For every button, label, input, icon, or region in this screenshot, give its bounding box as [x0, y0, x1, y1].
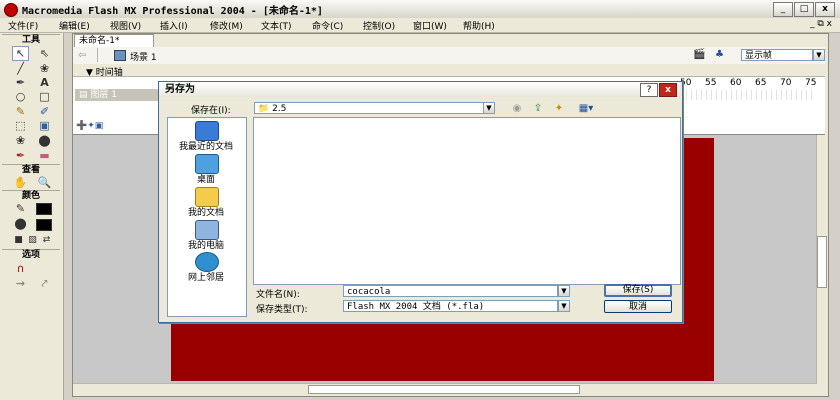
save-in-dropdown-icon[interactable]: ▼ [483, 102, 495, 114]
edit-scene-icon[interactable]: 🎬 [693, 49, 705, 60]
menu-edit[interactable]: 编辑(E) [59, 19, 90, 32]
my-computer-icon[interactable] [195, 220, 219, 240]
filename-label: 文件名(N): [256, 290, 300, 300]
place-recent[interactable]: 我最近的文档 [167, 139, 245, 152]
frame-num-55: 55 [705, 78, 717, 88]
scene-label[interactable]: 场景 1 [130, 50, 157, 63]
desktop-icon[interactable] [195, 154, 219, 174]
lasso-tool-icon[interactable]: ❀ [36, 61, 53, 76]
fill-color-icon[interactable]: ⬤ [12, 216, 29, 231]
scene-icon [114, 50, 126, 61]
toolbox-panel [0, 33, 64, 400]
rectangle-tool-icon[interactable]: □ [36, 89, 53, 104]
menu-insert[interactable]: 插入(I) [160, 19, 188, 32]
subselect-tool-icon[interactable]: ⇖ [36, 46, 53, 61]
menu-file[interactable]: 文件(F) [8, 19, 38, 32]
view-menu-icon[interactable]: ▦▾ [575, 103, 597, 115]
new-folder-icon[interactable]: ✦ [552, 103, 566, 115]
view-mode-dropdown-icon[interactable]: ▼ [813, 49, 825, 61]
back-nav-icon[interactable]: ◉ [510, 103, 524, 115]
file-list[interactable] [253, 117, 681, 285]
frame-num-65: 65 [755, 78, 767, 88]
save-button[interactable]: 保存(S) [604, 284, 672, 297]
place-network[interactable]: 网上邻居 [167, 270, 245, 283]
place-desktop[interactable]: 桌面 [167, 172, 245, 185]
frame-num-60: 60 [730, 78, 742, 88]
ink-bottle-tool-icon[interactable]: ❀ [12, 133, 29, 148]
brush-tool-icon[interactable]: ✐ [36, 104, 53, 119]
snap-magnet-icon[interactable]: ∩ [12, 261, 29, 276]
menu-commands[interactable]: 命令(C) [312, 19, 343, 32]
menu-view[interactable]: 视图(V) [110, 19, 141, 32]
line-tool-icon[interactable]: ╱ [12, 61, 29, 76]
view-mode-select[interactable]: 显示帧 [741, 49, 813, 61]
flash-app-icon[interactable] [4, 3, 18, 17]
edit-bar [73, 47, 825, 65]
up-folder-icon[interactable]: ⇪ [531, 103, 545, 115]
pencil-tool-icon[interactable]: ✎ [12, 104, 29, 119]
minimize-button[interactable]: _ [773, 2, 793, 17]
fill-transform-tool-icon[interactable]: ▣ [36, 118, 53, 133]
swap-colors-icon[interactable]: ⇄ [38, 233, 55, 248]
eraser-tool-icon[interactable]: ▬ [36, 148, 53, 163]
menu-text[interactable]: 文本(T) [261, 19, 292, 32]
filetype-label: 保存类型(T): [256, 305, 308, 315]
maximize-button[interactable]: □ [794, 2, 814, 17]
editbar-divider [97, 48, 98, 62]
my-documents-icon[interactable] [195, 187, 219, 207]
filename-input[interactable]: cocacola [343, 285, 558, 297]
document-tab[interactable]: 未命名-1* [74, 34, 154, 48]
mdi-window-controls[interactable]: _ ⧉ x [810, 19, 832, 29]
vertical-scroll-thumb[interactable] [817, 236, 827, 288]
eyedropper-tool-icon[interactable]: ✒ [12, 148, 29, 163]
smooth-option-icon[interactable]: ⇝ [12, 276, 29, 291]
network-places-icon[interactable] [195, 252, 219, 272]
straighten-option-icon[interactable]: ⤤ [36, 276, 53, 291]
arrow-tool-icon[interactable]: ↖ [12, 46, 29, 61]
recent-documents-icon[interactable] [195, 121, 219, 141]
zoom-tool-icon[interactable]: 🔍 [36, 175, 53, 190]
timeline-header [73, 64, 825, 77]
filetype-select[interactable]: Flash MX 2004 文档 (*.fla) [343, 300, 558, 312]
place-my-documents[interactable]: 我的文档 [167, 205, 245, 218]
place-my-computer[interactable]: 我的电脑 [167, 238, 245, 251]
hand-tool-icon[interactable]: ✋ [12, 175, 29, 190]
options-header: 选项 [2, 249, 60, 261]
save-in-label: 保存在(I): [191, 106, 231, 116]
filename-dropdown-icon[interactable]: ▼ [558, 285, 570, 297]
frame-cells[interactable] [682, 90, 814, 100]
filetype-dropdown-icon[interactable]: ▼ [558, 300, 570, 312]
tools-header: 工具 [2, 34, 60, 46]
stroke-color-icon[interactable]: ✎ [12, 201, 29, 216]
frame-num-70: 70 [780, 78, 792, 88]
pen-tool-icon[interactable]: ✒ [12, 75, 29, 90]
text-tool-icon[interactable]: A [36, 75, 53, 90]
dialog-close-button[interactable]: x [659, 83, 677, 97]
free-transform-tool-icon[interactable]: ⬚ [12, 118, 29, 133]
save-in-select[interactable]: 📁 2.5 [254, 102, 484, 114]
add-layer-icons[interactable]: ➕✦▣ [76, 121, 103, 131]
cancel-button[interactable]: 取消 [604, 300, 672, 313]
dialog-title: 另存为 [159, 82, 680, 97]
oval-tool-icon[interactable]: ○ [12, 89, 29, 104]
back-arrow-icon[interactable]: ⇦ [78, 50, 86, 61]
layer-row[interactable]: ▤ 图层 1 [75, 89, 159, 101]
frame-num-75: 75 [805, 78, 817, 88]
dialog-help-button[interactable]: ? [640, 83, 658, 97]
menu-help[interactable]: 帮助(H) [463, 19, 495, 32]
horizontal-scroll-thumb[interactable] [308, 385, 580, 394]
close-button[interactable]: x [815, 2, 835, 17]
fill-color-swatch[interactable] [36, 219, 52, 231]
paint-bucket-tool-icon[interactable]: ⬤ [36, 133, 53, 148]
edit-symbol-icon[interactable]: ♣ [715, 49, 724, 60]
menu-window[interactable]: 窗口(W) [413, 19, 447, 32]
menu-modify[interactable]: 修改(M) [210, 19, 243, 32]
stroke-color-swatch[interactable] [36, 203, 52, 215]
menu-control[interactable]: 控制(O) [363, 19, 395, 32]
colors-header: 颜色 [2, 190, 60, 202]
window-title: Macromedia Flash MX Professional 2004 - … [22, 6, 323, 17]
